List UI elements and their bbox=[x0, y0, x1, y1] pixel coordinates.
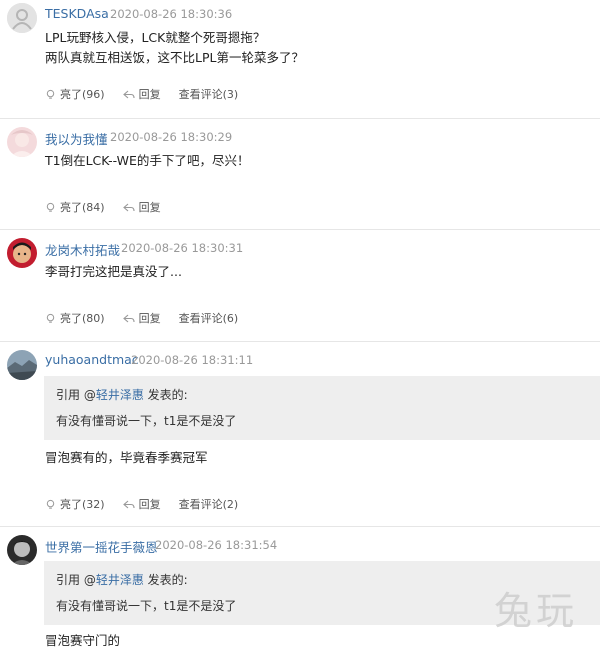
avatar[interactable] bbox=[7, 127, 37, 157]
comment-line: 李哥打完这把是真没了... bbox=[45, 264, 182, 279]
timestamp: 2020-08-26 18:30:31 bbox=[121, 241, 244, 255]
divider bbox=[0, 341, 600, 342]
divider bbox=[0, 118, 600, 119]
comment-text: T1倒在LCK--WE的手下了吧，尽兴！ bbox=[45, 151, 249, 171]
quote-prefix: 引用 @ bbox=[56, 573, 96, 587]
view-replies-button[interactable]: 查看评论(3) bbox=[179, 86, 239, 102]
comment-actions: 亮了(96) 回复 查看评论(3) bbox=[45, 86, 256, 102]
reply-icon bbox=[122, 203, 135, 211]
quote-suffix: 发表的: bbox=[143, 388, 188, 402]
username[interactable]: 世界第一摇花手薇恩 bbox=[45, 537, 158, 556]
comment-line: 冒泡赛有的，毕竟春季赛冠军 bbox=[45, 450, 208, 465]
username[interactable]: 龙岗木村拓哉 bbox=[45, 240, 120, 259]
like-count: 亮了(84) bbox=[60, 201, 105, 214]
user-photo-icon bbox=[7, 350, 37, 380]
avatar[interactable] bbox=[7, 350, 37, 380]
username[interactable]: 我以为我懂 bbox=[45, 129, 108, 148]
reply-button[interactable]: 回复 bbox=[122, 496, 161, 512]
avatar[interactable] bbox=[7, 3, 37, 33]
reply-button[interactable]: 回复 bbox=[122, 86, 161, 102]
quote-text: 有没有懂哥说一下，t1是不是没了 bbox=[56, 599, 237, 613]
lightbulb-icon bbox=[46, 89, 55, 99]
comment-line: 两队真就互相送饭，这不比LPL第一轮菜多了？ bbox=[45, 50, 304, 65]
like-count: 亮了(32) bbox=[60, 498, 105, 511]
comment-actions: 亮了(84) 回复 bbox=[45, 199, 179, 215]
comment-actions: 亮了(32) 回复 查看评论(2) bbox=[45, 496, 256, 512]
username[interactable]: TESKDAsa bbox=[45, 6, 109, 21]
comment-text: 李哥打完这把是真没了... bbox=[45, 262, 182, 282]
reply-button[interactable]: 回复 bbox=[122, 310, 161, 326]
quote-suffix: 发表的: bbox=[143, 573, 188, 587]
timestamp: 2020-08-26 18:31:11 bbox=[131, 353, 254, 367]
view-replies-label: 查看评论(2) bbox=[178, 498, 239, 511]
view-replies-label: 查看评论(3) bbox=[178, 88, 239, 101]
lightbulb-icon bbox=[46, 313, 55, 323]
reply-label: 回复 bbox=[138, 312, 161, 325]
view-replies-button[interactable]: 查看评论(2) bbox=[179, 496, 239, 512]
watermark-logo: 兔玩 bbox=[493, 589, 578, 633]
timestamp: 2020-08-26 18:30:36 bbox=[110, 7, 233, 21]
comment-text: LPL玩野核入侵，LCK就整个死哥摁拖？ 两队真就互相送饭，这不比LPL第一轮菜… bbox=[45, 28, 304, 68]
default-user-icon bbox=[7, 3, 37, 33]
quote-block: 引用 @轻井泽惠 发表的: 有没有懂哥说一下，t1是不是没了 bbox=[44, 376, 600, 440]
user-photo-icon bbox=[7, 127, 37, 157]
comment-text: 冒泡赛守门的 bbox=[45, 631, 120, 651]
view-replies-button[interactable]: 查看评论(6) bbox=[179, 310, 239, 326]
lightbulb-icon bbox=[46, 499, 55, 509]
comment-actions: 亮了(80) 回复 查看评论(6) bbox=[45, 310, 256, 326]
quote-prefix: 引用 @ bbox=[56, 388, 96, 402]
like-count: 亮了(96) bbox=[60, 88, 105, 101]
like-button[interactable]: 亮了(80) bbox=[45, 310, 105, 326]
reply-label: 回复 bbox=[138, 201, 161, 214]
view-replies-label: 查看评论(6) bbox=[178, 312, 239, 325]
comment-text: 冒泡赛有的，毕竟春季赛冠军 bbox=[45, 448, 208, 468]
quoted-username[interactable]: 轻井泽惠 bbox=[96, 573, 144, 587]
user-photo-icon bbox=[7, 535, 37, 565]
like-count: 亮了(80) bbox=[60, 312, 105, 325]
divider bbox=[0, 229, 600, 230]
comment-line: 冒泡赛守门的 bbox=[45, 633, 121, 648]
quoted-username[interactable]: 轻井泽惠 bbox=[96, 388, 144, 402]
reply-icon bbox=[122, 314, 135, 322]
avatar[interactable] bbox=[7, 535, 37, 565]
like-button[interactable]: 亮了(96) bbox=[45, 86, 105, 102]
like-button[interactable]: 亮了(32) bbox=[45, 496, 105, 512]
reply-button[interactable]: 回复 bbox=[122, 199, 161, 215]
lightbulb-icon bbox=[46, 202, 55, 212]
quote-text: 有没有懂哥说一下，t1是不是没了 bbox=[56, 414, 237, 428]
username[interactable]: yuhaoandtmac bbox=[45, 352, 139, 367]
quote-header: 引用 @轻井泽惠 发表的: bbox=[56, 386, 188, 403]
like-button[interactable]: 亮了(84) bbox=[45, 199, 105, 215]
reply-icon bbox=[122, 90, 135, 98]
comment-line: LPL玩野核入侵，LCK就整个死哥摁拖？ bbox=[45, 30, 266, 45]
timestamp: 2020-08-26 18:31:54 bbox=[155, 538, 278, 552]
avatar[interactable] bbox=[7, 238, 37, 268]
divider bbox=[0, 526, 600, 527]
reply-label: 回复 bbox=[138, 88, 161, 101]
quote-header: 引用 @轻井泽惠 发表的: bbox=[56, 571, 188, 588]
comment-line: T1倒在LCK--WE的手下了吧，尽兴！ bbox=[45, 153, 250, 168]
timestamp: 2020-08-26 18:30:29 bbox=[110, 130, 233, 144]
reply-icon bbox=[122, 500, 135, 508]
user-photo-icon bbox=[7, 238, 37, 268]
reply-label: 回复 bbox=[138, 498, 161, 511]
